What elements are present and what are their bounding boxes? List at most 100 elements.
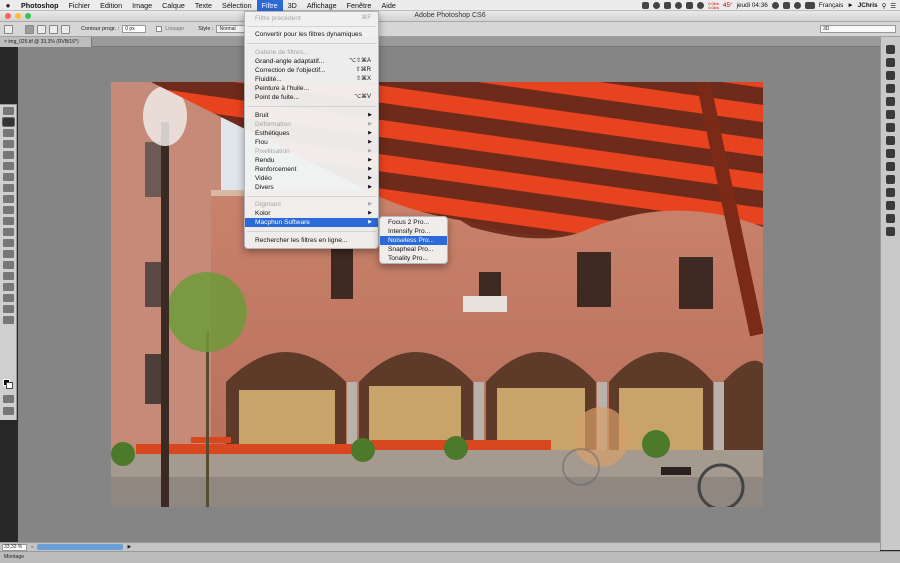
menu-item-last-filter[interactable]: Filtre précédent ⌘F bbox=[245, 14, 378, 23]
3d-panel-icon[interactable] bbox=[886, 84, 895, 93]
battery-icon[interactable] bbox=[804, 2, 815, 9]
close-tab-icon[interactable]: × bbox=[4, 39, 7, 45]
dodge-tool-icon[interactable] bbox=[3, 250, 14, 258]
menu-edition[interactable]: Edition bbox=[95, 0, 127, 11]
channels-panel-icon[interactable] bbox=[886, 110, 895, 119]
apple-icon[interactable]: ● bbox=[0, 1, 16, 10]
menu-item-video[interactable]: Vidéo ▶ bbox=[245, 174, 378, 183]
swatches-panel-icon[interactable] bbox=[886, 123, 895, 132]
status-arrow-icon[interactable]: ▶ bbox=[127, 544, 131, 550]
menu-selection[interactable]: Sélection bbox=[217, 0, 257, 11]
actions-panel-icon[interactable] bbox=[886, 188, 895, 197]
subtract-selection-button[interactable] bbox=[49, 24, 58, 34]
quick-mask-icon[interactable] bbox=[3, 395, 14, 403]
type-tool-icon[interactable] bbox=[3, 272, 14, 280]
feather-input[interactable]: 0 px bbox=[122, 25, 147, 33]
zoom-level-field[interactable]: 33,33 % bbox=[2, 543, 27, 551]
add-selection-button[interactable] bbox=[37, 24, 46, 34]
character-panel-icon[interactable] bbox=[886, 214, 895, 223]
menu-item-digimarc[interactable]: Digimarc ▶ bbox=[245, 200, 378, 209]
menu-photoshop[interactable]: Photoshop bbox=[16, 0, 64, 11]
horizontal-scrollbar[interactable] bbox=[37, 544, 124, 550]
timeline-panel-tab[interactable]: Montage bbox=[0, 551, 900, 563]
eraser-tool-icon[interactable] bbox=[3, 217, 14, 225]
status-app-icon[interactable] bbox=[686, 2, 694, 9]
user-name[interactable]: JChris bbox=[858, 2, 878, 9]
screen-mode-icon[interactable] bbox=[3, 407, 14, 415]
properties-panel-icon[interactable] bbox=[886, 58, 895, 67]
quick-select-tool-icon[interactable] bbox=[3, 140, 14, 148]
stamp-tool-icon[interactable] bbox=[3, 195, 14, 203]
zoom-tool-icon[interactable] bbox=[3, 316, 14, 324]
healing-brush-tool-icon[interactable] bbox=[3, 173, 14, 181]
menu-item-distort[interactable]: Déformation ▶ bbox=[245, 120, 378, 129]
workspace-select[interactable]: 3D bbox=[820, 25, 896, 33]
menu-item-blur[interactable]: Flou ▶ bbox=[245, 138, 378, 147]
info-panel-icon[interactable] bbox=[886, 71, 895, 80]
menu-item-liquify[interactable]: Fluidité... ⇧⌘X bbox=[245, 75, 378, 84]
menu-3d[interactable]: 3D bbox=[283, 0, 302, 11]
menu-item-stylize[interactable]: Esthétiques ▶ bbox=[245, 129, 378, 138]
menu-aide[interactable]: Aide bbox=[376, 0, 400, 11]
menu-affichage[interactable]: Affichage bbox=[302, 0, 342, 11]
volume-icon[interactable]: ► bbox=[847, 2, 853, 9]
menu-item-filter-gallery[interactable]: Galerie de filtres... bbox=[245, 48, 378, 57]
submenu-item-focus[interactable]: Focus 2 Pro... bbox=[380, 218, 447, 227]
crop-tool-icon[interactable] bbox=[3, 151, 14, 159]
timemachine-icon[interactable] bbox=[782, 2, 790, 9]
blur-tool-icon[interactable] bbox=[3, 239, 14, 247]
document-image[interactable] bbox=[111, 82, 763, 507]
menu-item-adaptive-wide-angle[interactable]: Grand-angle adaptatif... ⌥⇧⌘A bbox=[245, 57, 378, 66]
status-info-icon[interactable]: ◦ bbox=[31, 544, 33, 551]
eyedropper-tool-icon[interactable] bbox=[3, 162, 14, 170]
spotlight-icon[interactable]: ⚲ bbox=[882, 2, 887, 10]
shape-tool-icon[interactable] bbox=[3, 294, 14, 302]
menu-item-pixelate[interactable]: Pixellisation ▶ bbox=[245, 147, 378, 156]
antialias-checkbox[interactable] bbox=[156, 26, 163, 32]
menu-calque[interactable]: Calque bbox=[157, 0, 190, 11]
tool-preset-button[interactable] bbox=[4, 24, 13, 34]
move-tool-icon[interactable] bbox=[3, 107, 14, 115]
menu-image[interactable]: Image bbox=[127, 0, 157, 11]
submenu-item-tonality[interactable]: Tonality Pro... bbox=[380, 254, 447, 263]
history-brush-tool-icon[interactable] bbox=[3, 206, 14, 214]
menu-item-sharpen[interactable]: Renforcement ▶ bbox=[245, 165, 378, 174]
brush-tool-icon[interactable] bbox=[3, 184, 14, 192]
path-select-tool-icon[interactable] bbox=[3, 283, 14, 291]
history-panel-icon[interactable] bbox=[886, 45, 895, 54]
submenu-item-noiseless[interactable]: Noiseless Pro... bbox=[380, 236, 447, 245]
new-selection-button[interactable] bbox=[25, 24, 34, 34]
menu-item-render[interactable]: Rendu ▶ bbox=[245, 156, 378, 165]
status-app-icon[interactable] bbox=[653, 2, 661, 9]
document-tab[interactable]: × img_026.tif @ 33,3% (RVB/16*) bbox=[0, 37, 92, 47]
language-flag[interactable]: Français bbox=[819, 2, 844, 9]
styles-panel-icon[interactable] bbox=[886, 149, 895, 158]
bluetooth-icon[interactable] bbox=[771, 2, 779, 9]
menu-item-convert-smart[interactable]: Convertir pour les filtres dynamiques bbox=[245, 30, 378, 39]
background-color-swatch[interactable] bbox=[6, 382, 13, 389]
menu-item-oil-paint[interactable]: Peinture à l'huile... bbox=[245, 84, 378, 93]
menu-texte[interactable]: Texte bbox=[190, 0, 217, 11]
menu-fenetre[interactable]: Fenêtre bbox=[342, 0, 377, 11]
tool-presets-panel-icon[interactable] bbox=[886, 201, 895, 210]
status-app-icon[interactable] bbox=[675, 2, 683, 9]
submenu-item-snapheal[interactable]: Snapheal Pro... bbox=[380, 245, 447, 254]
hand-tool-icon[interactable] bbox=[3, 305, 14, 313]
menu-item-kolor[interactable]: Kolor ▶ bbox=[245, 209, 378, 218]
menu-item-macphun[interactable]: Macphun Software ▶ bbox=[245, 218, 378, 227]
clone-source-panel-icon[interactable] bbox=[886, 175, 895, 184]
layers-panel-icon[interactable] bbox=[886, 97, 895, 106]
status-app-icon[interactable] bbox=[697, 2, 705, 9]
menu-item-noise[interactable]: Bruit ▶ bbox=[245, 111, 378, 120]
wifi-icon[interactable] bbox=[793, 2, 801, 9]
lasso-tool-icon[interactable] bbox=[3, 129, 14, 137]
pen-tool-icon[interactable] bbox=[3, 261, 14, 269]
status-app-icon[interactable] bbox=[642, 2, 650, 9]
marquee-tool-icon[interactable] bbox=[2, 117, 15, 127]
menu-filtre[interactable]: Filtre bbox=[256, 0, 283, 11]
menu-item-other[interactable]: Divers ▶ bbox=[245, 183, 378, 192]
clock[interactable]: jeudi 04:36 bbox=[737, 2, 768, 9]
status-app-icon[interactable] bbox=[664, 2, 672, 9]
menu-fichier[interactable]: Fichier bbox=[64, 0, 96, 11]
gradient-tool-icon[interactable] bbox=[3, 228, 14, 236]
